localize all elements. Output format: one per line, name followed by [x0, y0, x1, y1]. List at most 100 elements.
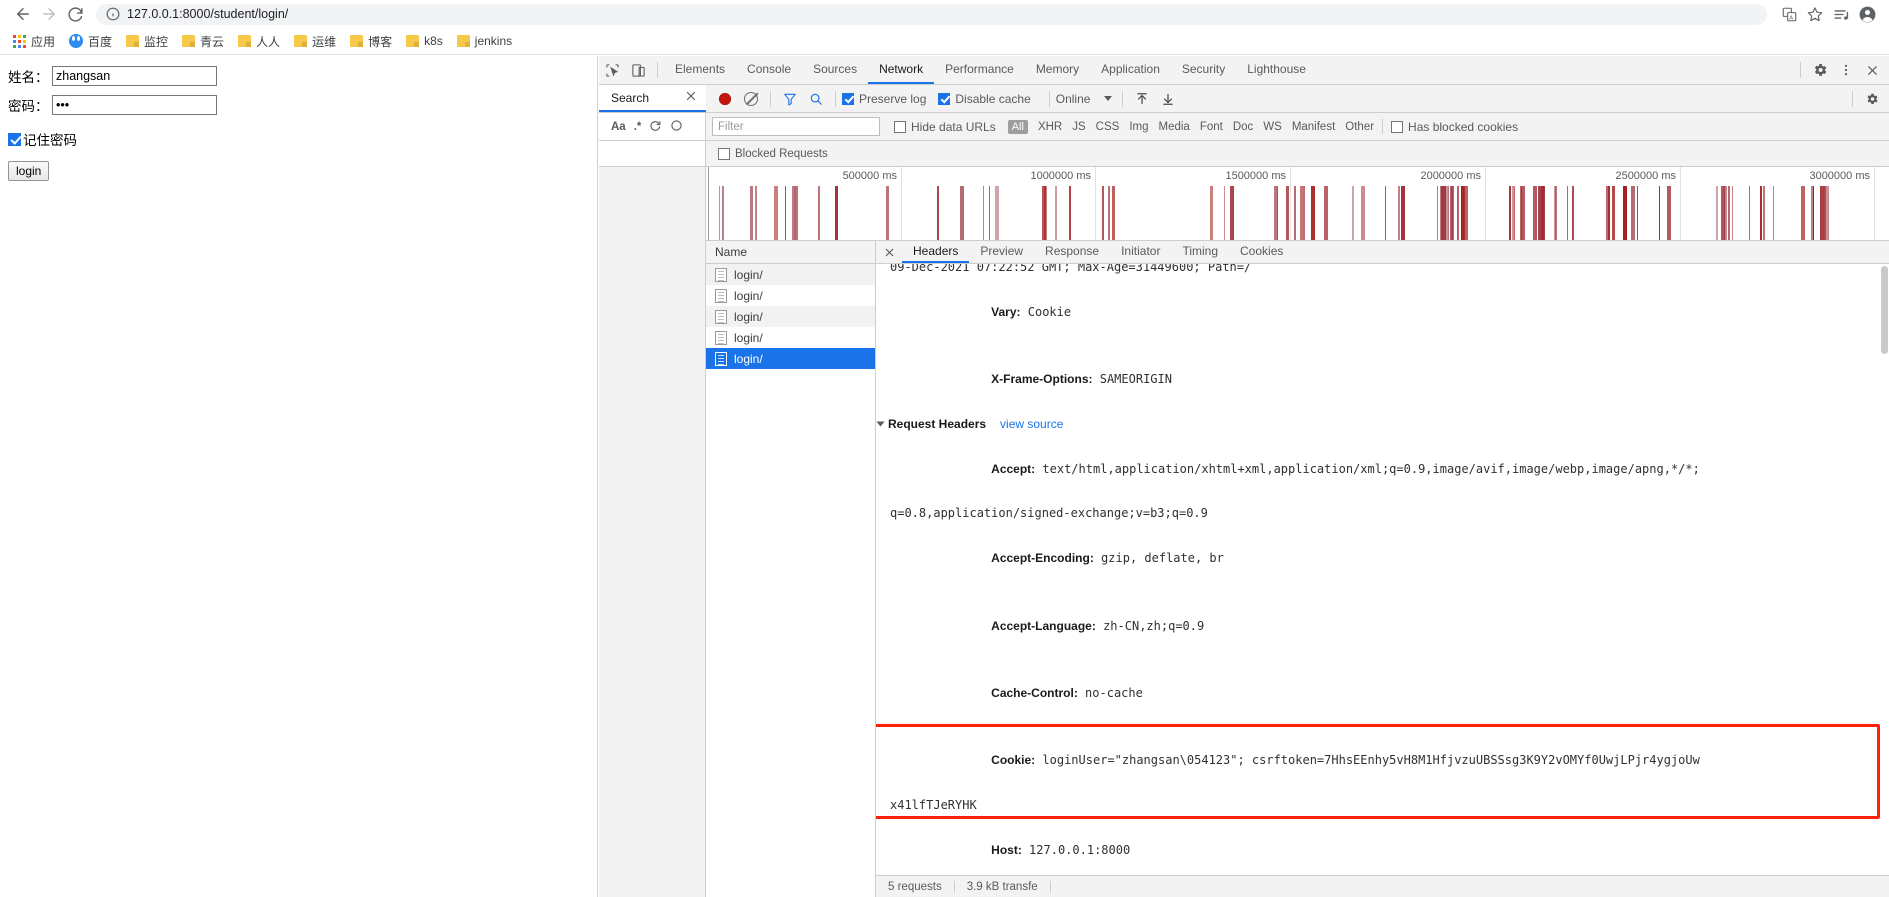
disable-cache-toggle[interactable]: Disable cache: [938, 92, 1031, 106]
bookmark-baidu[interactable]: 百度: [62, 31, 119, 52]
kebab-menu-icon[interactable]: [1833, 57, 1859, 83]
refresh-icon[interactable]: [649, 119, 662, 135]
type-filter-manifest[interactable]: Manifest: [1292, 121, 1335, 133]
bookmark-folder-boke[interactable]: 博客: [343, 31, 399, 52]
tab-security[interactable]: Security: [1171, 56, 1236, 84]
bookmark-star-icon[interactable]: [1803, 2, 1827, 26]
bookmark-folder-jiankong[interactable]: 监控: [119, 31, 175, 52]
address-bar[interactable]: 127.0.0.1:8000/student/login/: [96, 3, 1767, 25]
profile-avatar-icon[interactable]: [1855, 2, 1879, 26]
toolbar-divider: [835, 90, 836, 107]
bookmark-folder-qingyun[interactable]: 青云: [175, 31, 231, 52]
overview-request-bar: [1449, 186, 1454, 240]
tab-preview[interactable]: Preview: [969, 241, 1034, 263]
table-row[interactable]: login/: [706, 327, 875, 348]
type-filter-all[interactable]: All: [1007, 119, 1028, 134]
overview-request-bar: [1538, 186, 1543, 240]
search-icon[interactable]: [803, 86, 829, 112]
table-row[interactable]: login/: [706, 285, 875, 306]
tab-lighthouse[interactable]: Lighthouse: [1236, 56, 1317, 84]
tab-response[interactable]: Response: [1034, 241, 1110, 263]
has-blocked-cookies-checkbox[interactable]: [1391, 120, 1404, 133]
tab-headers[interactable]: Headers: [902, 241, 970, 263]
match-case-icon[interactable]: Aa: [611, 121, 626, 133]
request-headers-group[interactable]: Request Headers view source: [876, 413, 1889, 435]
search-drawer-tab[interactable]: Search: [599, 85, 706, 112]
export-har-icon[interactable]: [1155, 86, 1181, 112]
headers-content[interactable]: 09-Dec-2021 07:22:52 GMT; Max-Age=314496…: [876, 264, 1889, 875]
login-button[interactable]: login: [8, 161, 50, 181]
type-filter-img[interactable]: Img: [1129, 121, 1148, 133]
filter-funnel-icon[interactable]: [777, 86, 803, 112]
type-filter-other[interactable]: Other: [1345, 121, 1374, 133]
table-row[interactable]: login/: [706, 306, 875, 327]
type-filter-font[interactable]: Font: [1200, 121, 1223, 133]
view-source-link[interactable]: view source: [1000, 413, 1063, 435]
clear-search-icon[interactable]: [670, 119, 683, 135]
import-har-icon[interactable]: [1129, 86, 1155, 112]
clear-network-icon[interactable]: [738, 86, 764, 112]
tab-initiator[interactable]: Initiator: [1110, 241, 1171, 263]
scrollbar-thumb[interactable]: [1881, 266, 1888, 354]
throttle-select[interactable]: Online: [1056, 92, 1113, 106]
overview-request-bar: [1631, 186, 1635, 240]
close-icon[interactable]: [685, 90, 697, 105]
tab-cookies[interactable]: Cookies: [1229, 241, 1294, 263]
tab-network[interactable]: Network: [868, 56, 935, 84]
table-row[interactable]: login/: [706, 348, 875, 369]
table-row[interactable]: login/: [706, 264, 875, 285]
reload-icon[interactable]: [62, 1, 88, 27]
tab-sources[interactable]: Sources: [802, 56, 868, 84]
bookmark-folder-k8s[interactable]: k8s: [399, 32, 450, 50]
type-filter-media[interactable]: Media: [1158, 121, 1189, 133]
tab-elements[interactable]: Elements: [664, 56, 736, 84]
preserve-log-toggle[interactable]: Preserve log: [842, 92, 926, 106]
record-stop-icon[interactable]: [712, 86, 738, 112]
bookmark-folder-jenkins[interactable]: jenkins: [450, 32, 519, 50]
tab-application[interactable]: Application: [1090, 56, 1171, 84]
info-circle-icon[interactable]: [106, 7, 120, 21]
tab-memory[interactable]: Memory: [1025, 56, 1090, 84]
bookmark-apps[interactable]: 应用: [6, 31, 62, 52]
gear-icon[interactable]: [1807, 57, 1833, 83]
chevron-down-icon[interactable]: [876, 421, 885, 427]
hide-data-urls-toggle[interactable]: Hide data URLs: [894, 120, 996, 134]
filter-input[interactable]: [712, 117, 880, 136]
blocked-requests-toggle[interactable]: Blocked Requests: [706, 141, 828, 166]
password-input[interactable]: [52, 95, 217, 115]
type-filter-ws[interactable]: WS: [1263, 121, 1282, 133]
translate-icon[interactable]: A: [1777, 2, 1801, 26]
close-icon[interactable]: [876, 241, 902, 263]
has-blocked-cookies-toggle[interactable]: Has blocked cookies: [1391, 120, 1518, 134]
tab-performance[interactable]: Performance: [934, 56, 1025, 84]
bookmark-folder-yunwei[interactable]: 运维: [287, 31, 343, 52]
overview-request-bar: [1042, 186, 1046, 240]
remember-password-checkbox[interactable]: [8, 132, 21, 146]
request-list-column-name[interactable]: Name: [706, 241, 875, 264]
preserve-log-checkbox[interactable]: [842, 92, 854, 105]
back-arrow-icon[interactable]: [10, 1, 36, 27]
overview-request-bar: [1286, 186, 1290, 240]
type-filter-doc[interactable]: Doc: [1233, 121, 1253, 133]
name-input[interactable]: [52, 66, 217, 86]
reading-list-icon[interactable]: [1829, 2, 1853, 26]
tab-console[interactable]: Console: [736, 56, 802, 84]
headers-scrollbar[interactable]: [1880, 264, 1889, 875]
tab-timing[interactable]: Timing: [1171, 241, 1229, 263]
overview-request-bar: [1658, 186, 1660, 240]
disable-cache-checkbox[interactable]: [938, 92, 951, 105]
blocked-requests-checkbox[interactable]: [718, 147, 730, 160]
regex-icon[interactable]: .*: [634, 121, 642, 133]
type-filter-js[interactable]: JS: [1072, 121, 1085, 133]
bookmark-folder-renren[interactable]: 人人: [231, 31, 287, 52]
forward-arrow-icon[interactable]: [36, 1, 62, 27]
type-filter-xhr[interactable]: XHR: [1038, 121, 1062, 133]
inspect-element-icon[interactable]: [599, 57, 625, 83]
network-settings-icon[interactable]: [1859, 86, 1885, 112]
device-toolbar-icon[interactable]: [625, 57, 651, 83]
overview-request-bar: [1772, 186, 1774, 240]
close-icon[interactable]: [1859, 57, 1885, 83]
type-filter-css[interactable]: CSS: [1096, 121, 1120, 133]
network-overview-timeline[interactable]: 500000 ms 1000000 ms 1500000 ms 2000000 ms 2…: [706, 167, 1889, 241]
hide-data-urls-checkbox[interactable]: [894, 120, 906, 133]
